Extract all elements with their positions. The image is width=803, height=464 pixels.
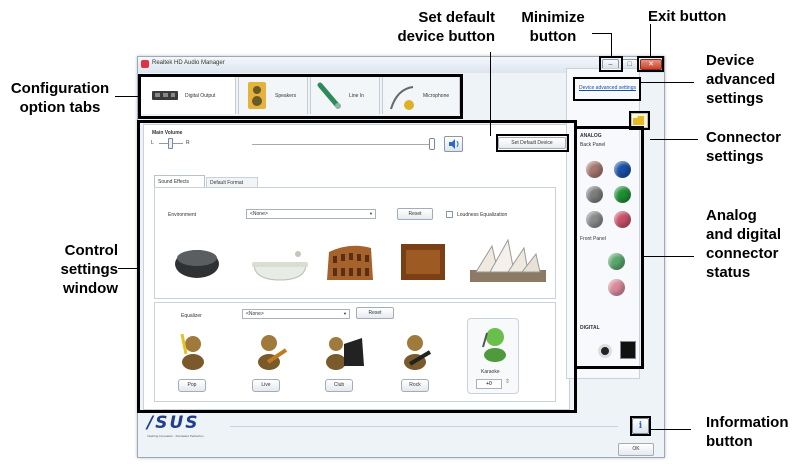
callout-device-advanced: Device advanced settings <box>706 52 776 107</box>
minimize-line-h <box>592 33 611 34</box>
asus-logo: /SUS <box>147 413 200 433</box>
ok-button[interactable]: OK <box>618 443 654 456</box>
connector-settings-line <box>650 139 698 140</box>
window-title: Realtek HD Audio Manager <box>152 60 225 66</box>
information-line <box>651 429 691 430</box>
device-advanced-line <box>641 82 694 83</box>
callout-set-default: Set default device button <box>397 9 495 45</box>
control-window-line <box>118 268 138 269</box>
callout-analog-digital: Analog and digital connector status <box>706 207 781 281</box>
callout-control-window: Control settings window <box>60 242 118 297</box>
set-default-highlight <box>496 134 569 152</box>
callout-connector: Connector settings <box>706 129 781 165</box>
connector-settings-highlight <box>629 111 650 130</box>
config-tabs-highlight <box>138 74 463 119</box>
footer-divider <box>230 426 618 427</box>
control-window-highlight <box>137 120 577 413</box>
callout-config-tabs: Configuration option tabs <box>10 80 110 116</box>
device-advanced-highlight <box>573 77 641 101</box>
minimize-line-v <box>611 33 612 57</box>
config-tabs-line <box>115 96 139 97</box>
callout-information: Information button <box>706 414 789 450</box>
exit-highlight <box>637 56 664 72</box>
callout-minimize: Minimize button <box>521 9 585 45</box>
asus-tagline: Inspiring Innovation · Persistent Perfec… <box>147 434 204 438</box>
information-highlight <box>630 416 651 436</box>
callout-exit: Exit button <box>648 8 727 25</box>
set-default-line <box>490 52 491 136</box>
minimize-highlight <box>599 56 623 72</box>
app-icon <box>141 60 149 68</box>
exit-line <box>650 24 651 57</box>
connector-status-highlight <box>574 126 644 369</box>
analog-digital-line <box>644 256 694 257</box>
